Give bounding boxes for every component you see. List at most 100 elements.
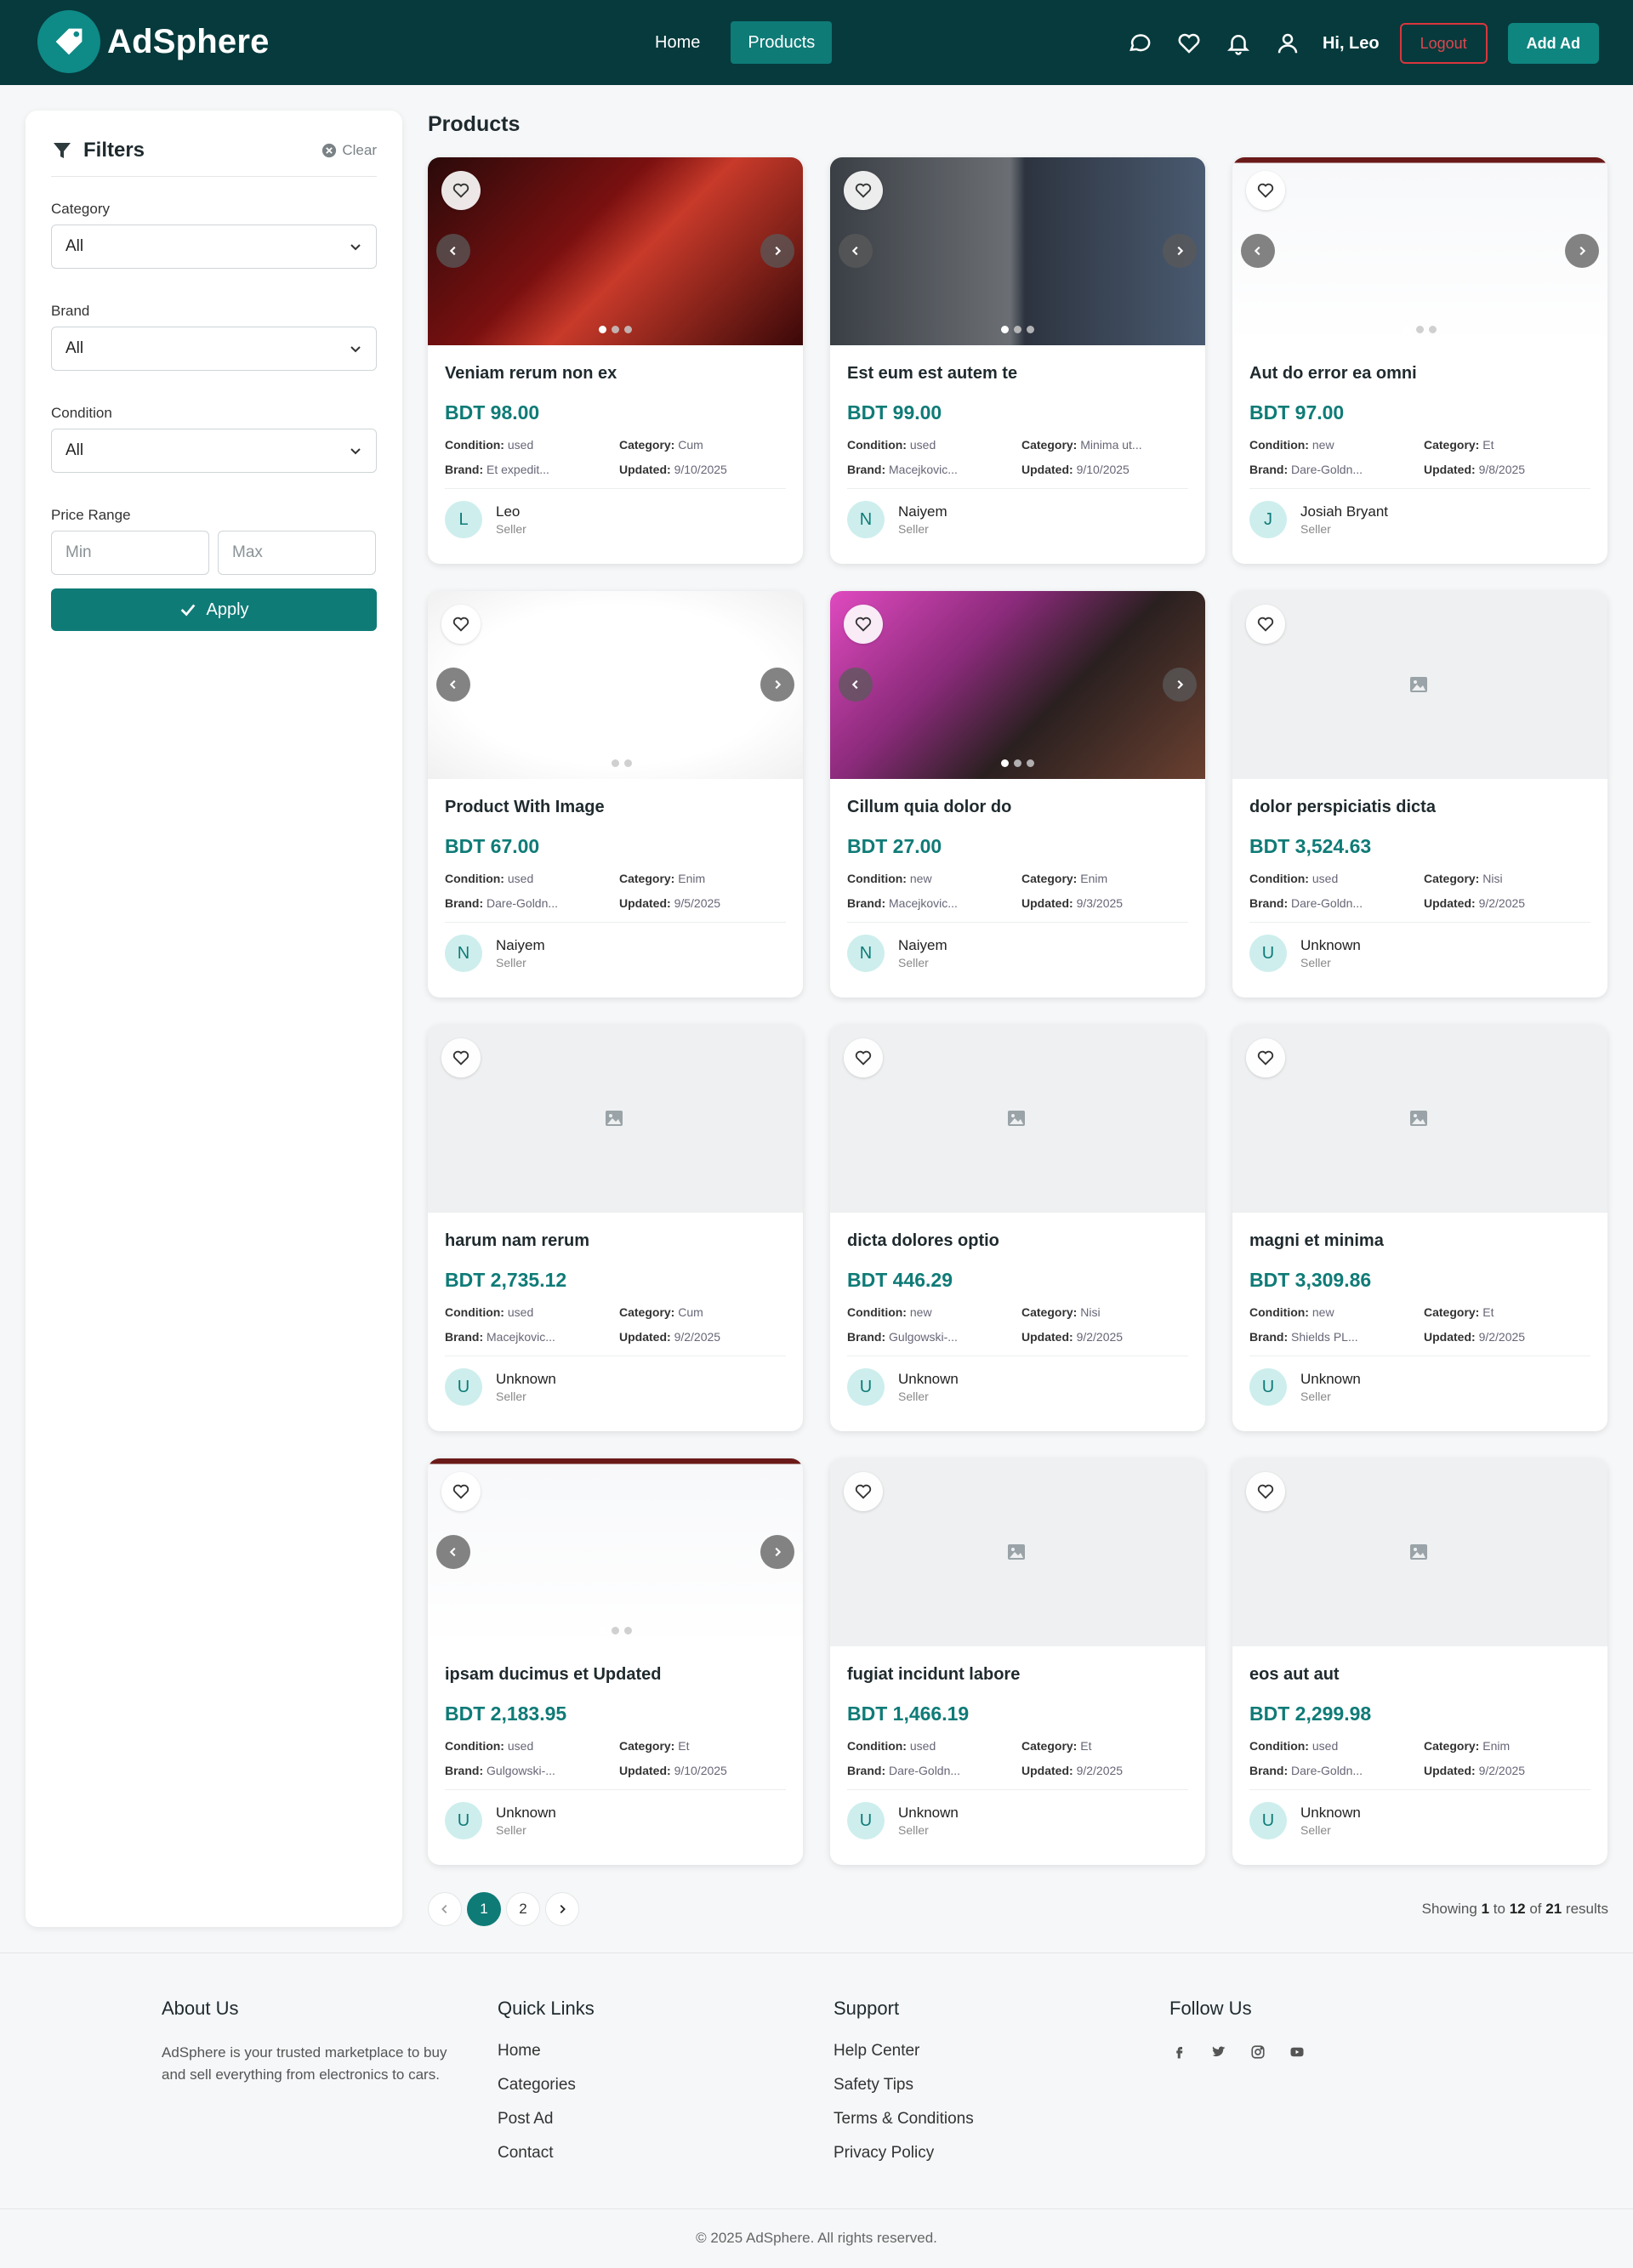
product-image[interactable]	[428, 157, 803, 345]
product-card[interactable]: Veniam rerum non ex BDT 98.00 Condition:…	[428, 157, 803, 564]
carousel-dots[interactable]	[428, 1627, 803, 1634]
favorite-button[interactable]	[1246, 605, 1285, 644]
carousel-dot[interactable]	[1416, 326, 1424, 333]
product-image[interactable]	[428, 1458, 803, 1646]
nav-products[interactable]: Products	[731, 21, 833, 64]
product-image[interactable]	[830, 591, 1205, 779]
product-title[interactable]: harum nam rerum	[445, 1231, 786, 1252]
footer-link-contact[interactable]: Contact	[498, 2144, 595, 2163]
user-icon[interactable]	[1273, 29, 1302, 58]
carousel-dot[interactable]	[599, 759, 606, 767]
favorite-button[interactable]	[1246, 171, 1285, 210]
bell-icon[interactable]	[1224, 29, 1253, 58]
next-image-button[interactable]	[1565, 234, 1599, 268]
carousel-dot[interactable]	[1027, 759, 1034, 767]
prev-image-button[interactable]	[436, 668, 470, 702]
product-title[interactable]: ipsam ducimus et Updated	[445, 1665, 786, 1685]
category-select[interactable]: All	[51, 225, 377, 269]
carousel-dot[interactable]	[1027, 326, 1034, 333]
product-card[interactable]: fugiat incidunt labore BDT 1,466.19 Cond…	[830, 1458, 1205, 1865]
product-image[interactable]	[428, 591, 803, 779]
next-image-button[interactable]	[760, 668, 794, 702]
heart-icon[interactable]	[1175, 29, 1203, 58]
prev-image-button[interactable]	[839, 234, 873, 268]
facebook-icon[interactable]	[1169, 2042, 1190, 2062]
prev-page-button[interactable]	[428, 1892, 462, 1926]
product-image[interactable]	[1232, 1025, 1607, 1213]
logout-button[interactable]: Logout	[1399, 23, 1488, 64]
max-price-input[interactable]	[218, 531, 376, 575]
carousel-dot[interactable]	[1001, 759, 1009, 767]
carousel-dot[interactable]	[612, 326, 619, 333]
footer-link-privacy[interactable]: Privacy Policy	[834, 2144, 974, 2163]
product-image[interactable]	[1232, 591, 1607, 779]
prev-image-button[interactable]	[436, 234, 470, 268]
carousel-dot[interactable]	[599, 1627, 606, 1634]
product-card[interactable]: Product With Image BDT 67.00 Condition: …	[428, 591, 803, 998]
product-title[interactable]: Product With Image	[445, 798, 786, 818]
page-button-1[interactable]: 1	[467, 1892, 501, 1926]
next-image-button[interactable]	[1163, 234, 1197, 268]
product-title[interactable]: eos aut aut	[1249, 1665, 1590, 1685]
youtube-icon[interactable]	[1287, 2042, 1307, 2062]
favorite-button[interactable]	[844, 171, 883, 210]
footer-link-post-ad[interactable]: Post Ad	[498, 2110, 595, 2129]
footer-link-categories[interactable]: Categories	[498, 2076, 595, 2095]
carousel-dot[interactable]	[1014, 326, 1021, 333]
add-ad-button[interactable]: Add Ad	[1507, 23, 1599, 64]
carousel-dots[interactable]	[830, 326, 1205, 333]
product-card[interactable]: ipsam ducimus et Updated BDT 2,183.95 Co…	[428, 1458, 803, 1865]
min-price-input[interactable]	[51, 531, 209, 575]
product-title[interactable]: magni et minima	[1249, 1231, 1590, 1252]
footer-link-home[interactable]: Home	[498, 2042, 595, 2061]
carousel-dot[interactable]	[1014, 759, 1021, 767]
favorite-button[interactable]	[1246, 1472, 1285, 1511]
product-title[interactable]: Cillum quia dolor do	[847, 798, 1188, 818]
next-page-button[interactable]	[545, 1892, 579, 1926]
carousel-dot[interactable]	[624, 759, 632, 767]
next-image-button[interactable]	[760, 234, 794, 268]
favorite-button[interactable]	[441, 1038, 481, 1077]
product-title[interactable]: dicta dolores optio	[847, 1231, 1188, 1252]
product-image[interactable]	[1232, 157, 1607, 345]
favorite-button[interactable]	[441, 171, 481, 210]
product-card[interactable]: Cillum quia dolor do BDT 27.00 Condition…	[830, 591, 1205, 998]
apply-filters-button[interactable]: Apply	[51, 588, 377, 631]
prev-image-button[interactable]	[436, 1535, 470, 1569]
carousel-dot[interactable]	[1429, 326, 1437, 333]
instagram-icon[interactable]	[1248, 2042, 1268, 2062]
favorite-button[interactable]	[441, 605, 481, 644]
product-card[interactable]: dicta dolores optio BDT 446.29 Condition…	[830, 1025, 1205, 1431]
product-image[interactable]	[830, 1458, 1205, 1646]
clear-filters-button[interactable]: Clear	[321, 142, 377, 159]
product-title[interactable]: Veniam rerum non ex	[445, 364, 786, 384]
carousel-dot[interactable]	[624, 1627, 632, 1634]
favorite-button[interactable]	[844, 1038, 883, 1077]
prev-image-button[interactable]	[1241, 234, 1275, 268]
footer-link-terms[interactable]: Terms & Conditions	[834, 2110, 974, 2129]
product-image[interactable]	[830, 1025, 1205, 1213]
carousel-dot[interactable]	[1403, 326, 1411, 333]
product-card[interactable]: Aut do error ea omni BDT 97.00 Condition…	[1232, 157, 1607, 564]
product-image[interactable]	[830, 157, 1205, 345]
carousel-dots[interactable]	[830, 759, 1205, 767]
carousel-dot[interactable]	[612, 759, 619, 767]
next-image-button[interactable]	[760, 1535, 794, 1569]
twitter-icon[interactable]	[1209, 2042, 1229, 2062]
carousel-dot[interactable]	[624, 326, 632, 333]
product-title[interactable]: Aut do error ea omni	[1249, 364, 1590, 384]
product-image[interactable]	[1232, 1458, 1607, 1646]
footer-link-safety-tips[interactable]: Safety Tips	[834, 2076, 974, 2095]
brand[interactable]: AdSphere	[37, 10, 270, 73]
carousel-dots[interactable]	[428, 326, 803, 333]
product-card[interactable]: dolor perspiciatis dicta BDT 3,524.63 Co…	[1232, 591, 1607, 998]
footer-link-help-center[interactable]: Help Center	[834, 2042, 974, 2061]
carousel-dot[interactable]	[1001, 326, 1009, 333]
product-title[interactable]: Est eum est autem te	[847, 364, 1188, 384]
product-card[interactable]: eos aut aut BDT 2,299.98 Condition: used…	[1232, 1458, 1607, 1865]
carousel-dots[interactable]	[1232, 326, 1607, 333]
next-image-button[interactable]	[1163, 668, 1197, 702]
favorite-button[interactable]	[441, 1472, 481, 1511]
nav-home[interactable]: Home	[638, 21, 717, 64]
carousel-dot[interactable]	[599, 326, 606, 333]
